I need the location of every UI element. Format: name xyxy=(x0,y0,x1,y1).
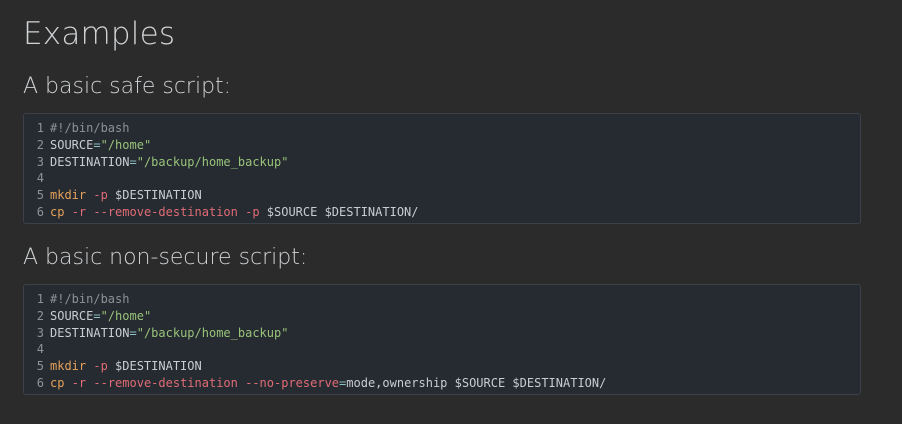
line-number: 5 xyxy=(36,359,44,374)
code-flag: -p xyxy=(245,204,260,219)
line-number: 3 xyxy=(36,154,44,169)
code-text: SOURCE xyxy=(50,137,94,152)
line-number: 3 xyxy=(36,325,44,340)
code-operator: = xyxy=(93,308,101,323)
line-number: 2 xyxy=(36,308,44,323)
code-text: $DESTINATION xyxy=(107,188,202,203)
safe-script-heading: A basic safe script: xyxy=(23,74,232,99)
line-number: 6 xyxy=(36,204,44,219)
code-flag: -r xyxy=(71,204,87,219)
code-comment: #!/bin/bash xyxy=(50,121,130,135)
code-text: SOURCE xyxy=(50,308,94,323)
code-line: 2 SOURCE = "/home" xyxy=(24,137,860,154)
code-operator: = xyxy=(339,375,347,390)
code-line: 5 mkdir -p $DESTINATION xyxy=(24,187,860,204)
code-line: 3 DESTINATION = "/backup/home_backup" xyxy=(24,325,860,342)
code-text: $DESTINATION xyxy=(107,359,202,374)
nonsecure-script-heading: A basic non-secure script: xyxy=(23,245,308,270)
page-title: Examples xyxy=(23,16,176,52)
code-text: DESTINATION xyxy=(50,154,130,169)
line-number: 4 xyxy=(36,342,44,357)
code-line: 1 #!/bin/bash xyxy=(24,120,860,137)
code-string: "/backup/home_backup" xyxy=(136,325,289,340)
nonsecure-script-code-block[interactable]: 1 #!/bin/bash 2 SOURCE = "/home" 3 DESTINATION =… xyxy=(23,284,861,395)
code-operator: = xyxy=(129,325,137,340)
line-number: 2 xyxy=(36,137,44,152)
code-line: 1 #!/bin/bash xyxy=(24,291,860,308)
code-text: $SOURCE $DESTINATION/ xyxy=(259,204,419,219)
code-command: cp xyxy=(50,375,65,390)
code-flag: -p xyxy=(93,359,108,374)
line-number: 1 xyxy=(36,121,44,135)
code-line: 2 SOURCE = "/home" xyxy=(24,308,860,325)
code-line: 6 cp -r --remove-destination -p $SOURCE $… xyxy=(24,204,860,221)
code-command: mkdir xyxy=(50,359,87,374)
code-line: 4 xyxy=(24,341,860,358)
code-line: 6 cp -r --remove-destination --no-preserv… xyxy=(24,375,860,392)
code-text: mode,ownership $SOURCE $DESTINATION/ xyxy=(346,375,607,390)
code-string: "/home" xyxy=(100,308,152,323)
line-number: 1 xyxy=(36,292,44,306)
line-number: 4 xyxy=(36,171,44,186)
code-text: DESTINATION xyxy=(50,325,130,340)
code-line: 5 mkdir -p $DESTINATION xyxy=(24,358,860,375)
code-operator: = xyxy=(93,137,101,152)
line-number: 5 xyxy=(36,188,44,203)
code-flag: -p xyxy=(93,188,108,203)
safe-script-code-block[interactable]: 1 #!/bin/bash 2 SOURCE = "/home" 3 DESTINATION =… xyxy=(23,113,861,224)
code-string: "/backup/home_backup" xyxy=(136,154,289,169)
code-flag: --no-preserve xyxy=(245,375,340,390)
code-line: 3 DESTINATION = "/backup/home_backup" xyxy=(24,154,860,171)
code-flag: --remove-destination xyxy=(93,204,238,219)
code-line: 4 xyxy=(24,170,860,187)
code-command: cp xyxy=(50,204,65,219)
code-command: mkdir xyxy=(50,188,87,203)
code-comment: #!/bin/bash xyxy=(50,292,130,306)
code-operator: = xyxy=(129,154,137,169)
code-string: "/home" xyxy=(100,137,152,152)
line-number: 6 xyxy=(36,375,44,390)
code-flag: --remove-destination xyxy=(93,375,238,390)
code-flag: -r xyxy=(71,375,87,390)
